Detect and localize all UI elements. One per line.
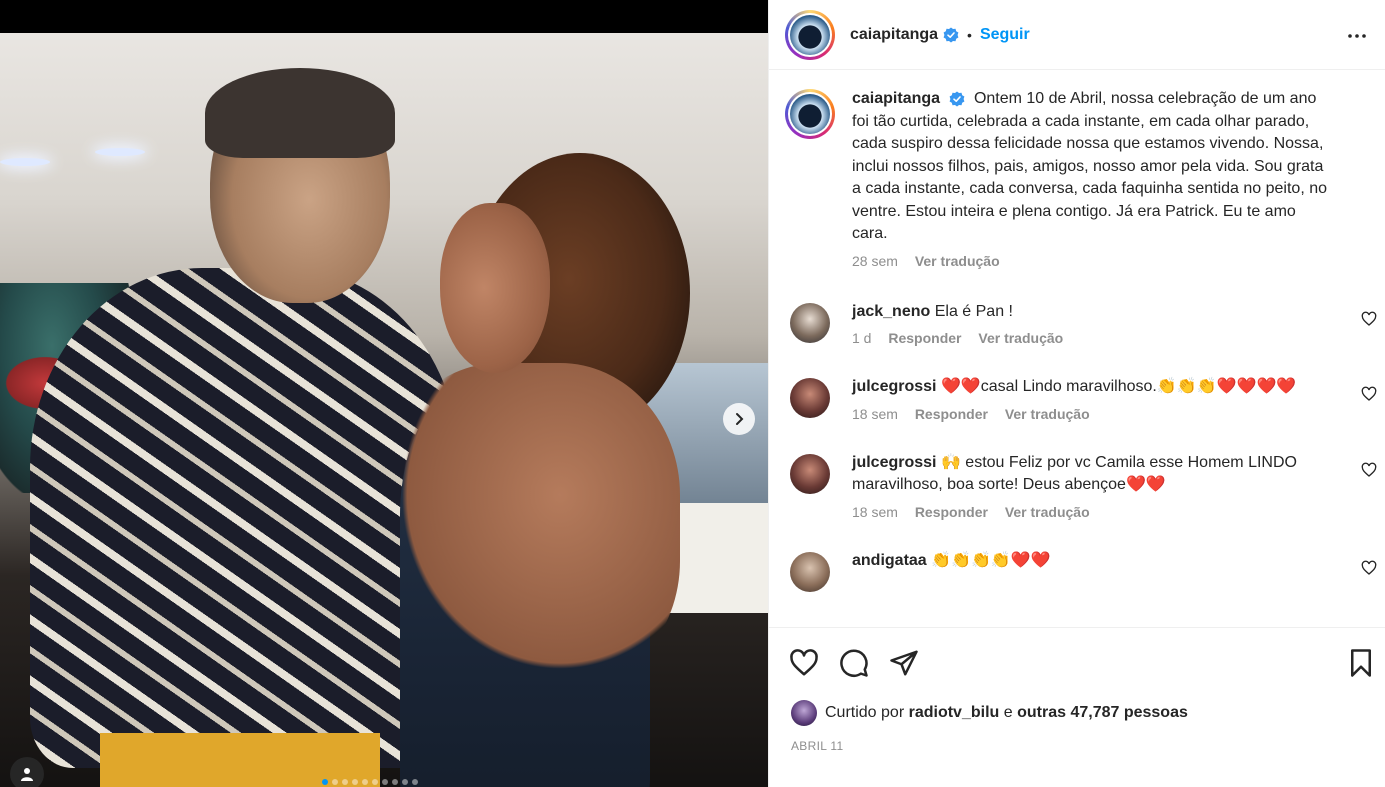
caption-time[interactable]: 28 sem (852, 253, 898, 269)
post-panel: caiapitanga • Seguir caiapitanga Ontem 1… (768, 0, 1385, 787)
carousel-dot (362, 779, 368, 785)
verified-badge-icon (950, 91, 965, 107)
likes-others-link[interactable]: outras 47,787 pessoas (1017, 704, 1188, 722)
reply-button[interactable]: Responder (915, 504, 988, 520)
caption-text: caiapitanga Ontem 10 de Abril, nossa cel… (852, 88, 1335, 246)
comment-username[interactable]: julcegrossi (852, 454, 936, 471)
avatar-image (790, 94, 830, 134)
like-comment-heart-icon[interactable] (1361, 462, 1377, 478)
likes-prefix: Curtido por (825, 704, 905, 721)
carousel-next-button[interactable] (723, 403, 755, 435)
caption-translate-button[interactable]: Ver tradução (915, 253, 1000, 269)
caption-meta: 28 sem Ver tradução (852, 253, 1335, 269)
comment-text: julcegrossi 🙌 estou Feliz por vc Camila … (852, 452, 1335, 497)
likes-summary: Curtido por radiotv_bilu e outras 47,787… (791, 700, 1188, 726)
tagged-users-button[interactable] (10, 757, 44, 787)
translate-button[interactable]: Ver tradução (978, 330, 1063, 346)
carousel-dot (372, 779, 378, 785)
comment-bubble-icon[interactable] (839, 648, 869, 678)
caption-body: Ontem 10 de Abril, nossa celebração de u… (852, 90, 1328, 242)
separator-dot: • (967, 26, 972, 43)
man-hair (205, 68, 395, 158)
verified-badge-icon (943, 27, 959, 42)
post-header: caiapitanga • Seguir (769, 0, 1385, 70)
like-comment-heart-icon[interactable] (1361, 560, 1377, 576)
avatar-image (790, 14, 830, 55)
comment-username[interactable]: julcegrossi (852, 378, 936, 395)
comment-meta: 1 d Responder Ver tradução (852, 330, 1335, 346)
commenter-avatar[interactable] (790, 378, 830, 418)
comment-row: andigataa 👏👏👏👏❤️❤️ (769, 550, 1385, 592)
like-comment-heart-icon[interactable] (1361, 386, 1377, 402)
caption-username[interactable]: caiapitanga (852, 90, 940, 107)
comment-text: andigataa 👏👏👏👏❤️❤️ (852, 550, 1335, 573)
chevron-right-icon (736, 413, 744, 425)
comment-meta: 18 sem Responder Ver tradução (852, 406, 1335, 422)
comment-row: julcegrossi ❤️❤️casal Lindo maravilhoso.… (769, 376, 1385, 422)
caption-author-avatar[interactable] (785, 89, 835, 139)
comment-body: 👏👏👏👏❤️❤️ (931, 551, 1051, 569)
caption-row: caiapitanga Ontem 10 de Abril, nossa cel… (769, 88, 1385, 269)
comment-body: ❤️❤️casal Lindo maravilhoso.👏👏👏❤️❤️❤️❤️ (940, 378, 1297, 395)
commenter-avatar[interactable] (790, 453, 830, 494)
woman-arm (380, 363, 680, 693)
commenter-avatar[interactable] (790, 302, 830, 343)
comments-list[interactable]: caiapitanga Ontem 10 de Abril, nossa cel… (769, 71, 1385, 627)
translate-button[interactable]: Ver tradução (1005, 406, 1090, 422)
carousel-dot (322, 779, 328, 785)
translate-button[interactable]: Ver tradução (1005, 504, 1090, 520)
save-bookmark-icon[interactable] (1346, 648, 1376, 678)
carousel-dots (322, 779, 418, 785)
comment-time[interactable]: 18 sem (852, 504, 898, 520)
carousel-dot (412, 779, 418, 785)
comment-row: julcegrossi 🙌 estou Feliz por vc Camila … (769, 452, 1385, 520)
comment-time[interactable]: 18 sem (852, 406, 898, 422)
author-username[interactable]: caiapitanga (850, 26, 938, 44)
ceiling-light (95, 148, 145, 156)
author-avatar[interactable] (785, 9, 835, 60)
likes-conj: e (1003, 704, 1013, 721)
post-actions (769, 627, 1385, 697)
liker-avatar[interactable] (791, 700, 817, 726)
liker-username[interactable]: radiotv_bilu (909, 704, 1000, 722)
comment-text: julcegrossi ❤️❤️casal Lindo maravilhoso.… (852, 376, 1335, 399)
comment-meta: 18 sem Responder Ver tradução (852, 504, 1335, 520)
like-comment-heart-icon[interactable] (1361, 311, 1377, 327)
carousel-dot (352, 779, 358, 785)
carousel-dot (382, 779, 388, 785)
woman-face (440, 203, 550, 373)
carousel-dot (342, 779, 348, 785)
post-date[interactable]: ABRIL 11 (791, 739, 843, 753)
commenter-avatar[interactable] (790, 551, 830, 592)
reply-button[interactable]: Responder (915, 406, 988, 422)
user-icon (21, 768, 33, 781)
follow-button[interactable]: Seguir (980, 26, 1030, 44)
ceiling-light (0, 158, 50, 166)
carousel-dot (402, 779, 408, 785)
carousel-dot (392, 779, 398, 785)
more-options-icon[interactable] (1345, 24, 1369, 48)
like-heart-icon[interactable] (789, 648, 819, 678)
carousel-dot (332, 779, 338, 785)
reply-button[interactable]: Responder (888, 330, 961, 346)
comment-username[interactable]: andigataa (852, 552, 927, 569)
post-media (0, 0, 768, 787)
comment-row: jack_neno Ela é Pan ! 1 d Responder Ver … (769, 301, 1385, 346)
comment-body: Ela é Pan ! (934, 302, 1013, 320)
comment-username[interactable]: jack_neno (852, 303, 930, 320)
share-paper-plane-icon[interactable] (889, 648, 919, 678)
comment-time[interactable]: 1 d (852, 330, 871, 346)
post-photo[interactable] (0, 33, 768, 787)
comment-text: jack_neno Ela é Pan ! (852, 301, 1335, 324)
